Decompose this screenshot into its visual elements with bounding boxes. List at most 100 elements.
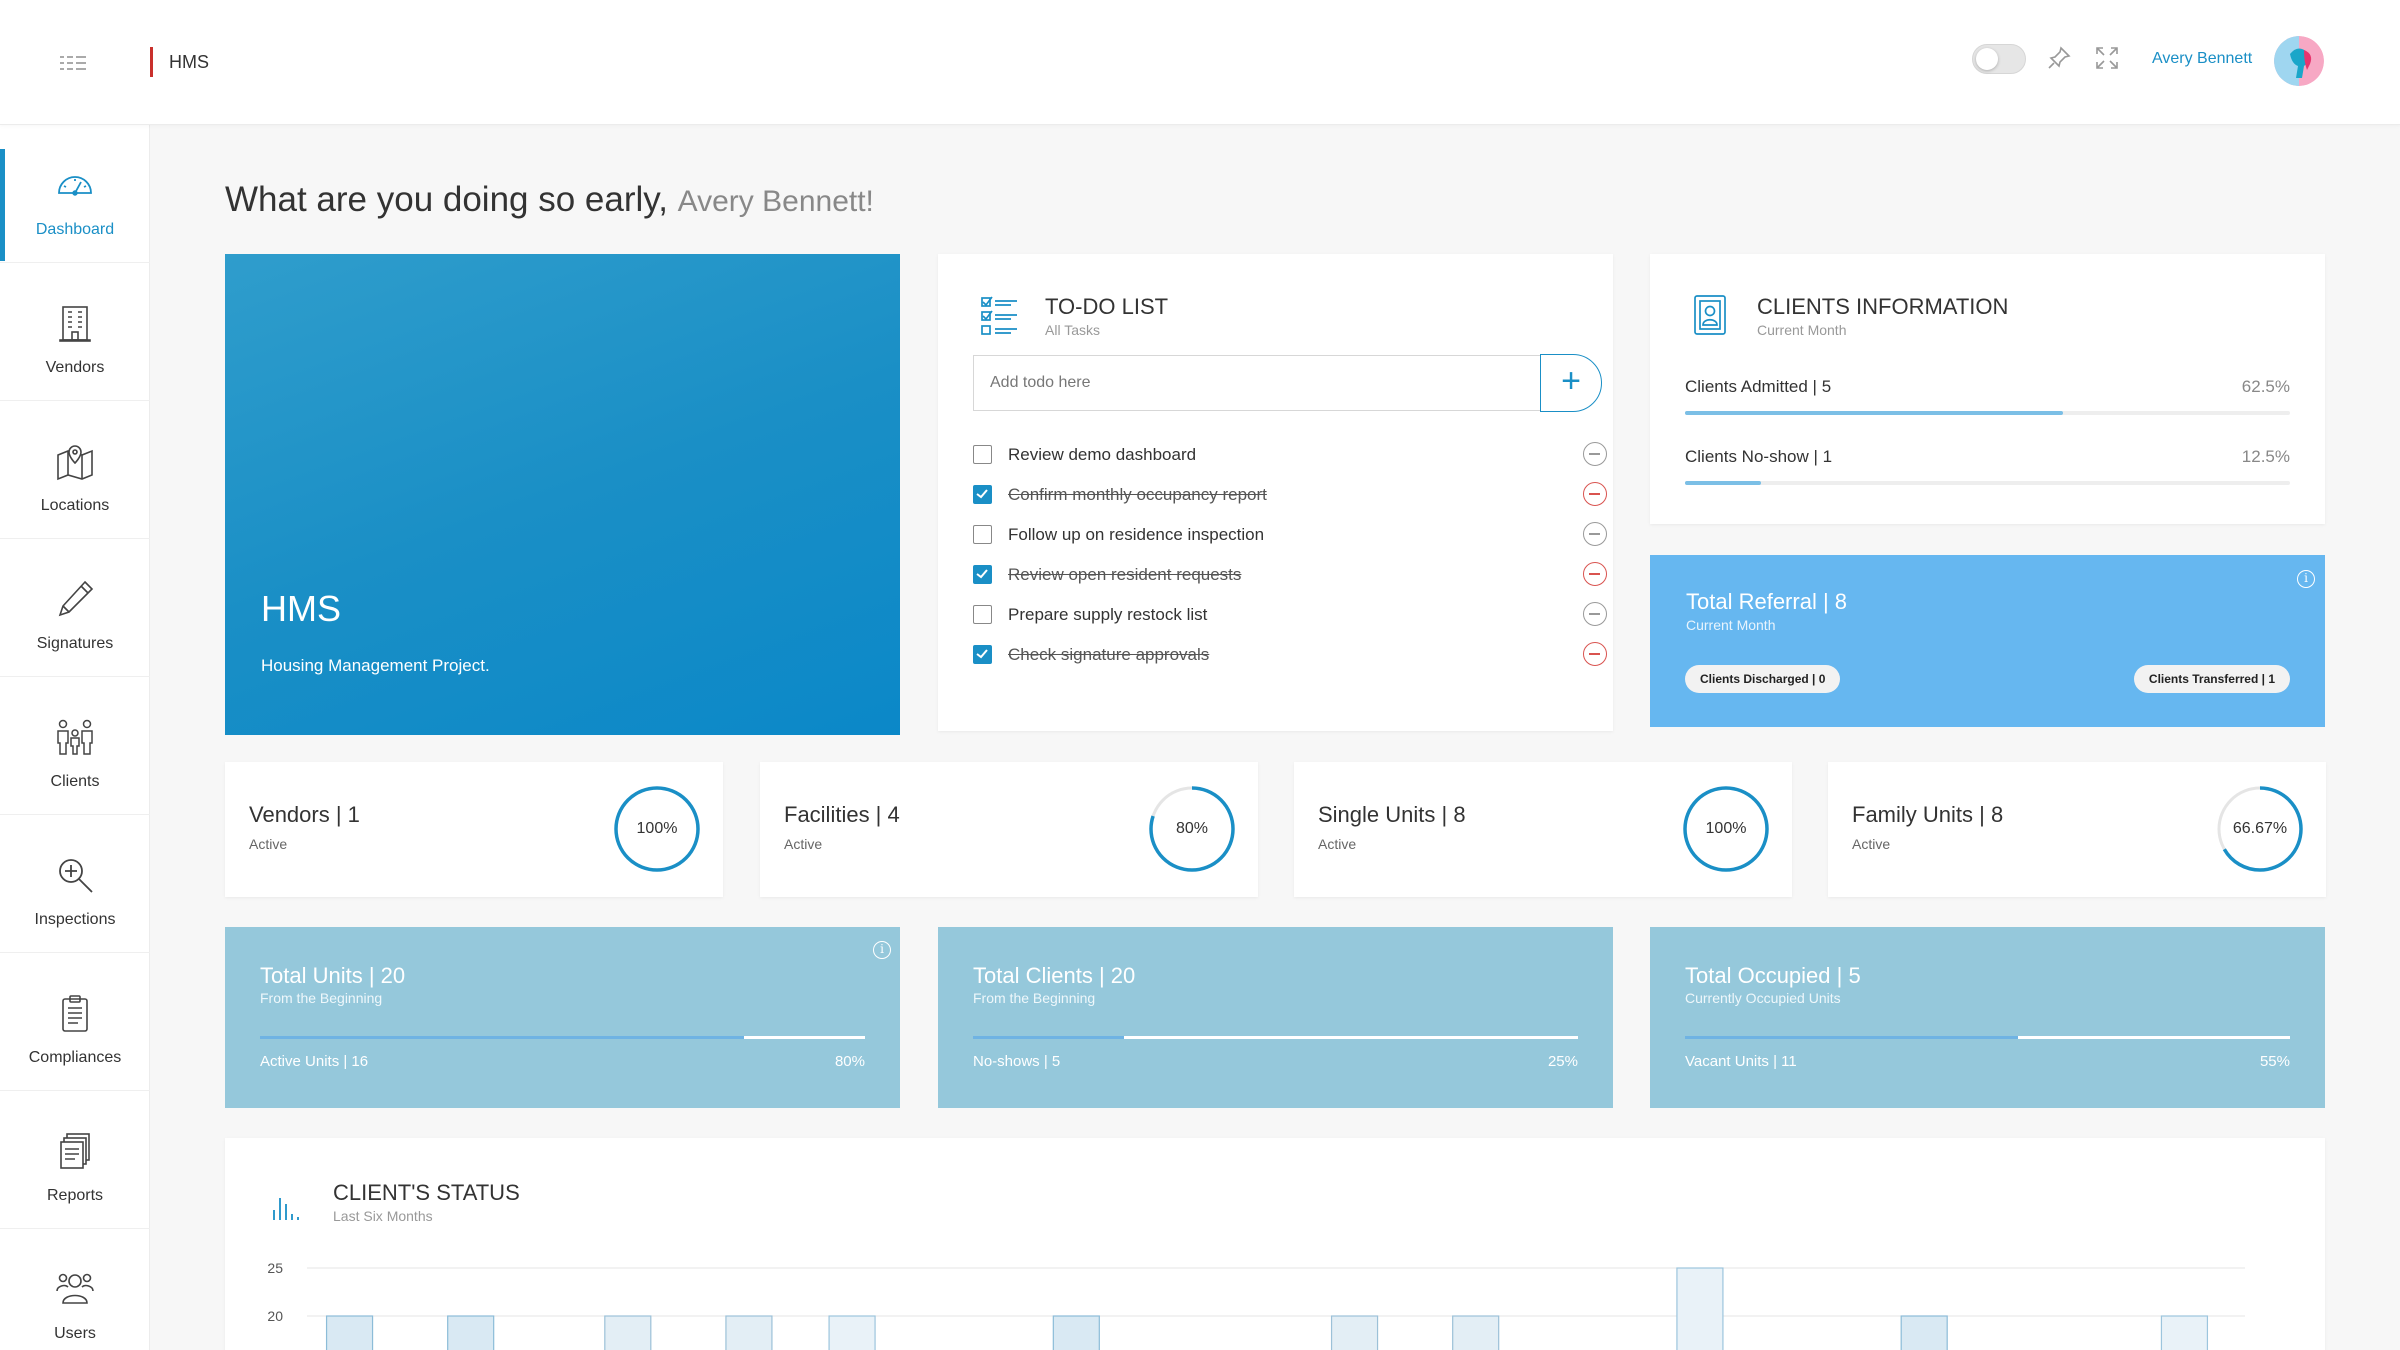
checklist-icon	[981, 296, 1017, 335]
theme-toggle[interactable]	[1972, 44, 2026, 74]
total-bottom-label: Active Units | 16	[260, 1053, 369, 1070]
menu-toggle-icon[interactable]	[56, 50, 90, 76]
chart-bar[interactable]	[1676, 1267, 1724, 1350]
clients-transferred-badge[interactable]: Clients Transferred | 1	[2133, 665, 2290, 693]
sidebar-item-clients[interactable]: Clients	[0, 677, 150, 815]
stat-card-facilities: Facilities | 4 Active 80%	[760, 762, 1258, 897]
total-progress-track	[973, 1036, 1578, 1039]
total-subtitle: From the Beginning	[260, 990, 383, 1006]
progress-value: 12.5%	[2241, 447, 2290, 466]
avatar[interactable]	[2274, 36, 2324, 86]
todo-checkbox[interactable]	[973, 525, 992, 544]
info-icon[interactable]: i	[2297, 570, 2315, 588]
stat-title: Single Units | 8	[1318, 802, 1466, 827]
remove-todo-icon[interactable]	[1583, 522, 1607, 546]
info-icon[interactable]: i	[873, 941, 891, 959]
progress-value: 62.5%	[2241, 377, 2290, 396]
todo-text: Review open resident requests	[1008, 565, 1242, 584]
map-pin-icon	[57, 445, 93, 481]
progress-track	[1685, 481, 2290, 485]
sidebar-item-vendors[interactable]: Vendors	[0, 263, 150, 401]
user-name-link[interactable]: Avery Bennett	[2152, 50, 2252, 68]
todo-checkbox[interactable]	[973, 645, 992, 664]
total-bottom-label: No-shows | 5	[973, 1053, 1061, 1070]
sidebar-item-compliances[interactable]: Compliances	[0, 953, 150, 1091]
chart-bar[interactable]	[1052, 1315, 1100, 1350]
chart-bar[interactable]	[447, 1315, 495, 1350]
chart-bar[interactable]	[1330, 1315, 1379, 1350]
referral-card: Total Referral | 8 Current Month i Clien…	[1650, 555, 2325, 727]
total-title: Total Clients | 20	[973, 963, 1136, 988]
sidebar-item-dashboard[interactable]: Dashboard	[0, 125, 150, 263]
remove-todo-icon[interactable]	[1583, 602, 1607, 626]
total-bottom-value: 55%	[2259, 1053, 2290, 1070]
sidebar-item-label: Locations	[40, 497, 110, 514]
sidebar-item-label: Compliances	[28, 1049, 122, 1066]
hero-banner: HMS Housing Management Project.	[225, 254, 900, 735]
y-tick-label: 20	[267, 1308, 283, 1324]
stat-title: Vendors | 1	[249, 802, 360, 827]
todo-item: Review open resident requests	[973, 559, 1607, 589]
remove-todo-icon[interactable]	[1583, 482, 1607, 506]
todo-text: Confirm monthly occupancy report	[1008, 485, 1267, 504]
sidebar-item-label: Reports	[46, 1187, 104, 1204]
stat-title: Facilities | 4	[784, 802, 900, 827]
chart-title: CLIENT'S STATUS	[333, 1180, 520, 1205]
chart-bar[interactable]	[1900, 1315, 1948, 1350]
todo-checkbox[interactable]	[973, 565, 992, 584]
fullscreen-icon[interactable]	[2094, 45, 2120, 71]
sidebar-item-label: Signatures	[36, 635, 114, 652]
sidebar-item-label: Vendors	[45, 359, 105, 376]
stat-percent: 66.67%	[2232, 820, 2288, 837]
bar-chart-icon	[273, 1198, 299, 1220]
sidebar-item-signatures[interactable]: Signatures	[0, 539, 150, 677]
total-progress-track	[260, 1036, 865, 1039]
stat-subtitle: Active	[784, 836, 823, 852]
stat-percent: 100%	[1705, 820, 1747, 837]
sidebar-item-inspections[interactable]: Inspections	[0, 815, 150, 953]
todo-checkbox[interactable]	[973, 445, 992, 464]
stat-card-family-units: Family Units | 8 Active 66.67%	[1828, 762, 2326, 897]
progress-fill	[1685, 411, 2064, 415]
hero-title: HMS	[261, 588, 341, 629]
stat-card-single-units: Single Units | 8 Active 100%	[1294, 762, 1792, 897]
progress-fill	[1685, 481, 1761, 485]
chart-bar[interactable]	[1452, 1315, 1500, 1350]
stat-title: Family Units | 8	[1852, 802, 2004, 827]
total-clients-card: Total Clients | 20 From the Beginning No…	[938, 927, 1613, 1108]
todo-checkbox[interactable]	[973, 485, 992, 504]
chart-bar[interactable]	[604, 1315, 652, 1350]
chart-bar[interactable]	[828, 1315, 876, 1350]
sidebar-item-label: Dashboard	[35, 221, 115, 238]
remove-todo-icon[interactable]	[1583, 562, 1607, 586]
remove-todo-icon[interactable]	[1583, 642, 1607, 666]
chart-bar[interactable]	[325, 1315, 374, 1350]
remove-todo-icon[interactable]	[1583, 442, 1607, 466]
sidebar-item-reports[interactable]: Reports	[0, 1091, 150, 1229]
todo-input[interactable]	[973, 355, 1540, 411]
todo-item: Prepare supply restock list	[973, 599, 1607, 629]
progress-label: Clients No-show | 1	[1685, 447, 1833, 466]
add-todo-button[interactable]: +	[1540, 354, 1602, 412]
chart-bar[interactable]	[2160, 1315, 2209, 1350]
todo-text: Review demo dashboard	[1008, 445, 1197, 464]
pin-icon[interactable]	[2046, 45, 2072, 71]
total-progress-fill	[973, 1036, 1125, 1039]
clients-discharged-badge[interactable]: Clients Discharged | 0	[1685, 665, 1841, 693]
total-subtitle: Currently Occupied Units	[1685, 990, 1841, 1006]
todo-checkbox[interactable]	[973, 605, 992, 624]
stat-subtitle: Active	[249, 836, 288, 852]
todo-subtitle: All Tasks	[1045, 322, 1100, 338]
stat-subtitle: Active	[1852, 836, 1891, 852]
y-tick-label: 25	[267, 1260, 283, 1276]
check-icon	[976, 489, 988, 499]
greeting: What are you doing so early, Avery Benne…	[225, 180, 874, 220]
sidebar-item-locations[interactable]: Locations	[0, 401, 150, 539]
todo-item: Check signature approvals	[973, 639, 1607, 669]
total-bottom-value: 80%	[834, 1053, 865, 1070]
sidebar-item-users[interactable]: Users	[0, 1229, 150, 1350]
chart-bar[interactable]	[725, 1315, 773, 1350]
todo-text: Check signature approvals	[1008, 645, 1210, 664]
todo-item: Follow up on residence inspection	[973, 519, 1607, 549]
total-subtitle: From the Beginning	[973, 990, 1096, 1006]
